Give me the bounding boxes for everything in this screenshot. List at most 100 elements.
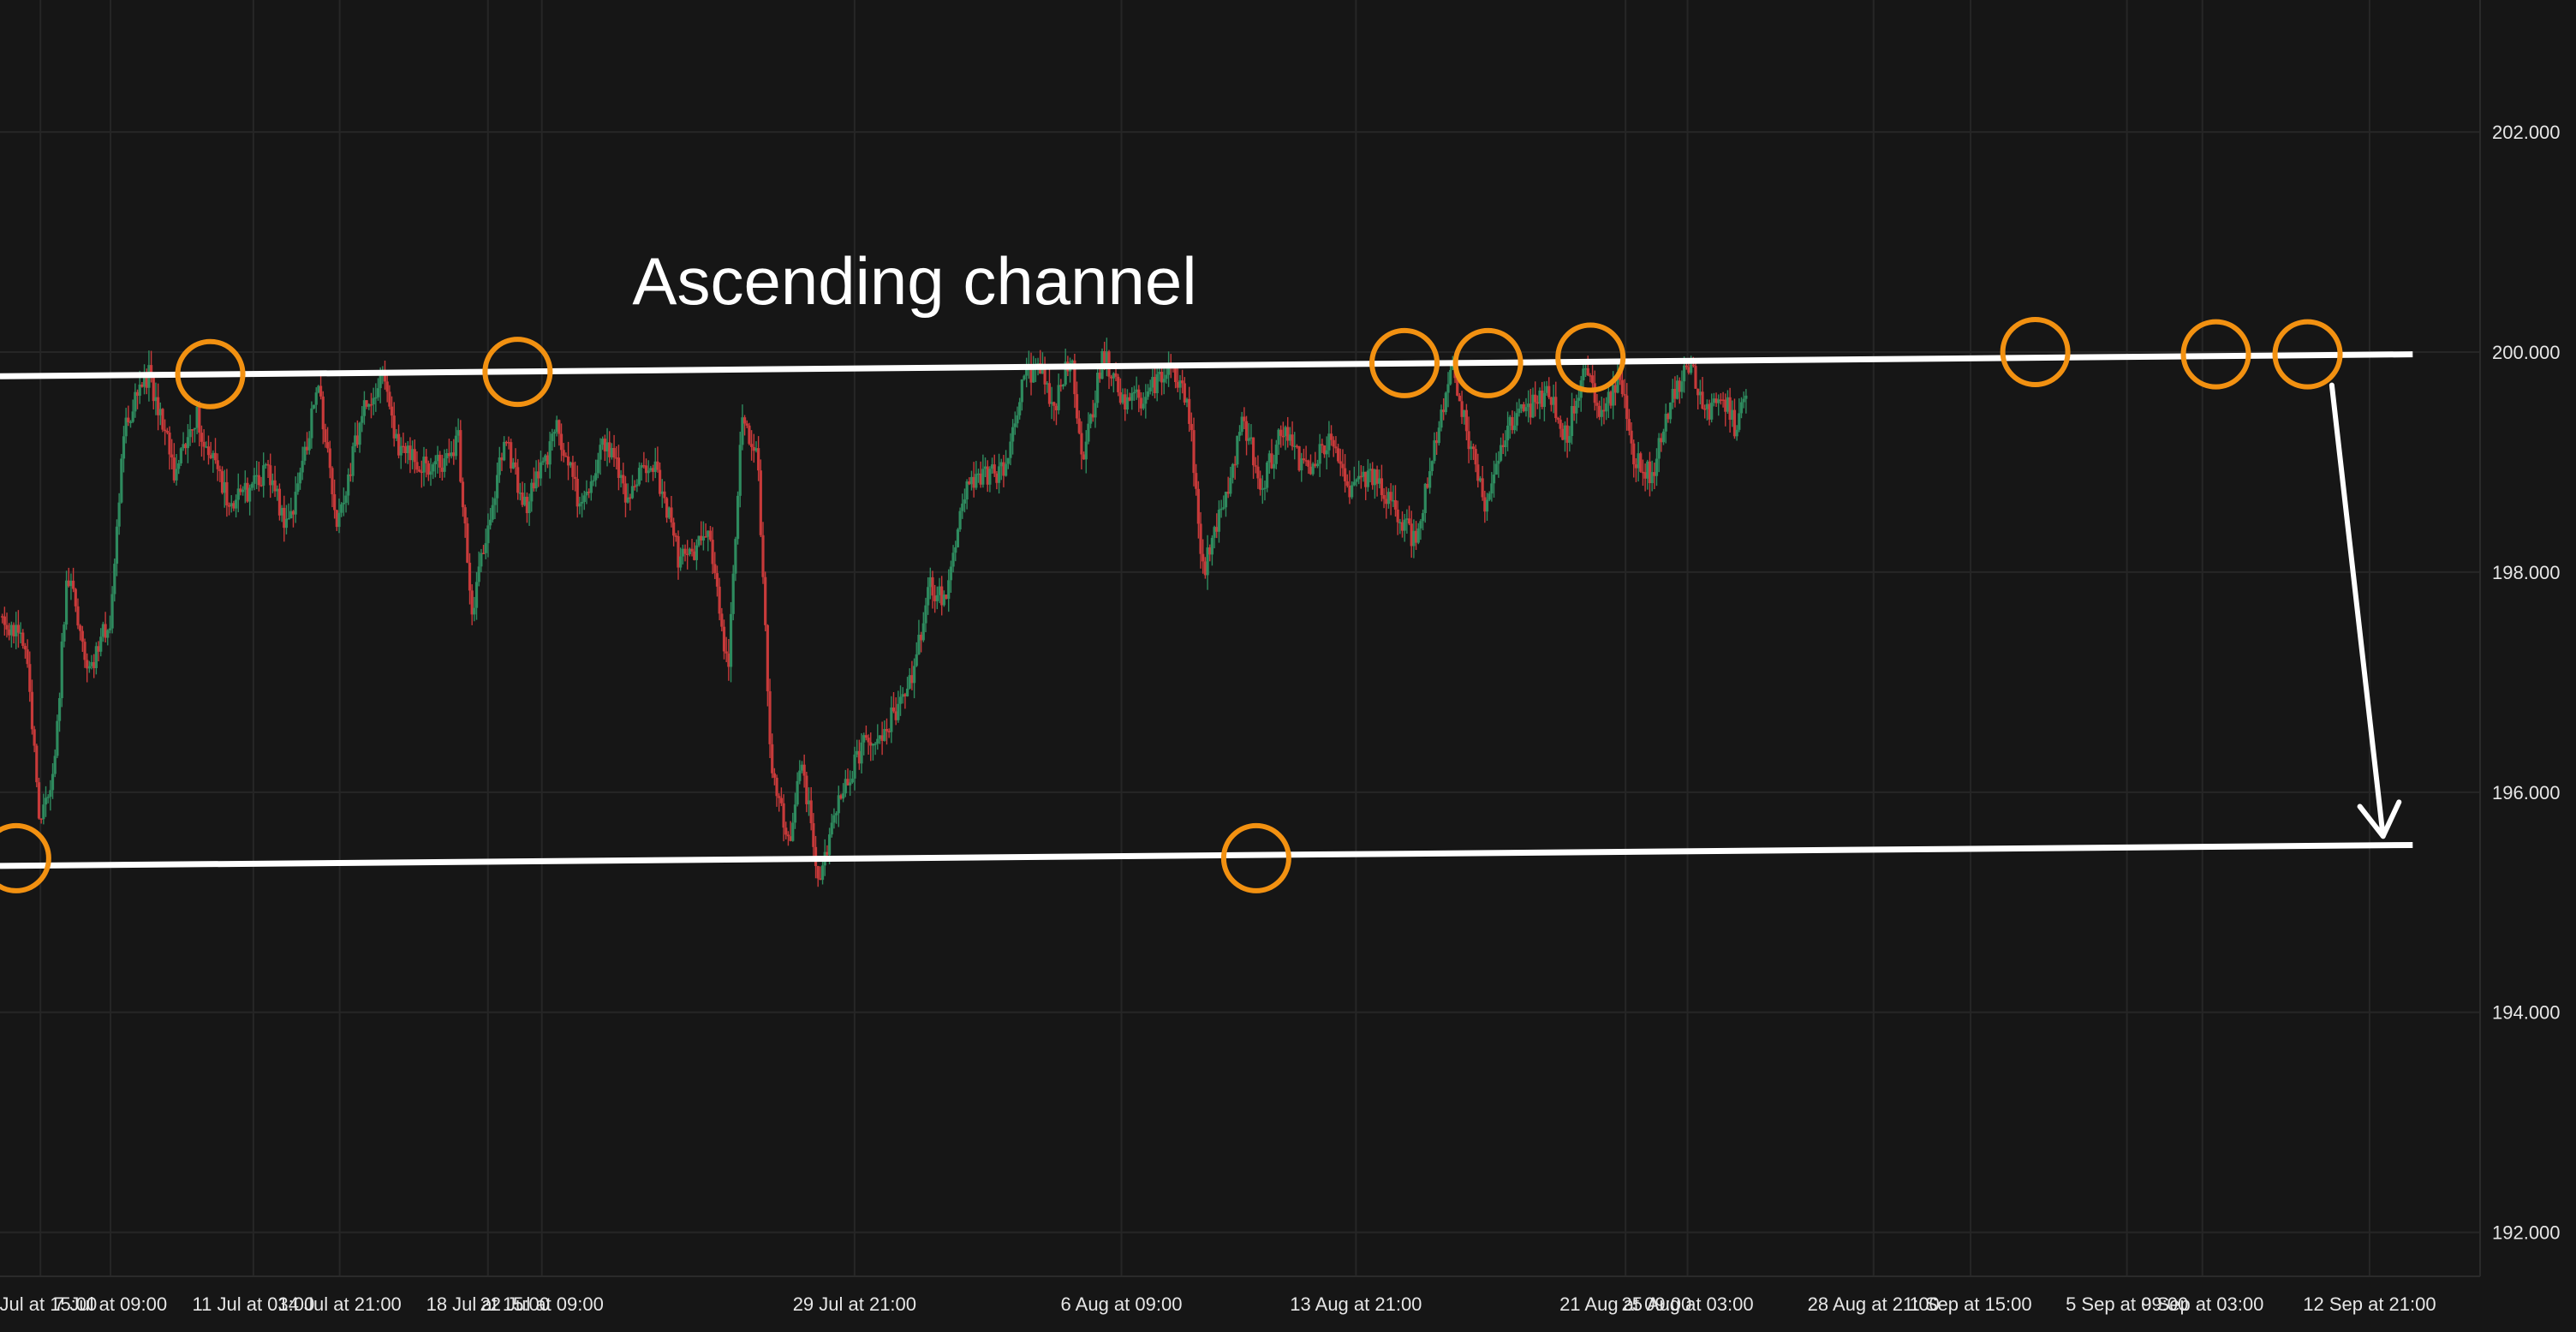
candle-body: [113, 564, 116, 594]
candle-body: [1351, 485, 1354, 498]
candle-body: [1302, 458, 1306, 461]
candle-body: [1244, 421, 1249, 441]
candle-body: [477, 566, 480, 582]
candle-body: [1595, 403, 1599, 406]
candle-body: [319, 385, 323, 397]
candle-body: [76, 606, 80, 626]
candle-body: [1263, 487, 1267, 490]
candle-body: [202, 441, 206, 447]
candle-body: [867, 738, 870, 743]
candle-body: [912, 666, 916, 684]
candle-body: [695, 545, 698, 560]
candle-body: [1694, 366, 1697, 389]
candle-body: [1196, 488, 1200, 524]
candle-body: [528, 501, 531, 514]
candle-body: [1605, 403, 1608, 412]
candle-body: [759, 470, 762, 535]
candle-body: [120, 458, 123, 503]
candle-body: [1661, 431, 1666, 443]
candle-body: [1515, 413, 1518, 426]
candle-body: [168, 433, 171, 455]
candle-body: [630, 486, 635, 499]
candle-body: [26, 649, 29, 665]
candle-body: [778, 796, 781, 798]
candle-body: [1556, 418, 1560, 420]
candle-body: [474, 582, 479, 608]
candle-body: [463, 507, 467, 524]
x-tick-label: 13 Aug at 21:00: [1290, 1293, 1422, 1315]
x-tick-label: 14 Jul at 21:00: [277, 1293, 401, 1315]
candle-body: [796, 780, 799, 805]
candle-body: [981, 469, 985, 485]
candle-body: [1744, 395, 1748, 399]
candle-body: [443, 458, 446, 472]
candle-body: [670, 507, 673, 523]
candle-body: [314, 392, 318, 405]
candle-body: [473, 607, 476, 615]
candle-body: [253, 475, 256, 484]
candle-body: [225, 481, 229, 506]
candle-body: [850, 778, 854, 783]
candle-body: [683, 548, 687, 554]
candle-body: [548, 441, 552, 465]
candle-body: [99, 636, 103, 652]
candle-body: [809, 800, 813, 824]
candle-body: [1231, 463, 1235, 478]
candle-body: [257, 475, 260, 486]
candle-body: [1087, 423, 1090, 442]
x-tick-label: 1 Sep at 15:00: [1909, 1293, 2031, 1315]
candle-body: [1321, 444, 1324, 446]
candle-body: [635, 484, 639, 487]
y-tick-label: 198.000: [2492, 562, 2561, 583]
candle-body: [1446, 384, 1450, 393]
y-tick-label: 202.000: [2492, 122, 2561, 143]
candle-body: [1291, 434, 1294, 447]
chart-title: Ascending channel: [632, 243, 1196, 319]
candle-body: [772, 773, 776, 778]
candle-body: [1680, 381, 1684, 392]
candle-body: [35, 745, 39, 783]
candle-body: [1513, 425, 1517, 431]
candle-body: [413, 449, 416, 463]
candle-body: [80, 630, 84, 642]
candle-body: [399, 445, 402, 456]
candle-body: [1735, 429, 1738, 437]
candle-body: [53, 756, 57, 774]
candle-body: [379, 375, 382, 389]
candle-body: [1474, 449, 1477, 465]
candle-body: [216, 460, 219, 469]
candle-body: [51, 774, 55, 791]
candle-body: [1630, 430, 1633, 444]
candle-body: [793, 804, 797, 823]
candle-body: [37, 782, 41, 819]
candle-body: [1586, 367, 1589, 376]
candle-body: [484, 543, 487, 553]
candle-body: [1620, 379, 1624, 395]
candle-body: [835, 813, 838, 815]
candle-body: [1421, 513, 1425, 522]
candle-body: [812, 823, 815, 847]
candle-body: [1334, 446, 1338, 449]
candle-body: [1274, 445, 1278, 464]
candle-body: [764, 576, 767, 625]
candle-body: [1742, 398, 1745, 403]
candle-body: [805, 775, 808, 804]
candle-body: [924, 605, 927, 624]
candle-body: [876, 738, 880, 744]
candle-body: [131, 411, 134, 422]
candle-body: [1188, 398, 1191, 424]
candle-body: [1192, 430, 1196, 474]
candle-body: [503, 441, 506, 461]
candle-body: [1485, 499, 1489, 512]
candle-body: [672, 522, 676, 536]
candle-body: [1518, 408, 1521, 414]
candle-body: [1332, 439, 1335, 447]
candle-body: [1559, 419, 1562, 429]
candle-body: [1315, 463, 1320, 467]
candle-body: [1396, 509, 1399, 523]
candle-body: [433, 461, 437, 465]
candle-body: [891, 707, 896, 712]
candle-body: [1273, 463, 1276, 469]
candle-body: [64, 580, 69, 625]
candle-body: [571, 462, 575, 477]
